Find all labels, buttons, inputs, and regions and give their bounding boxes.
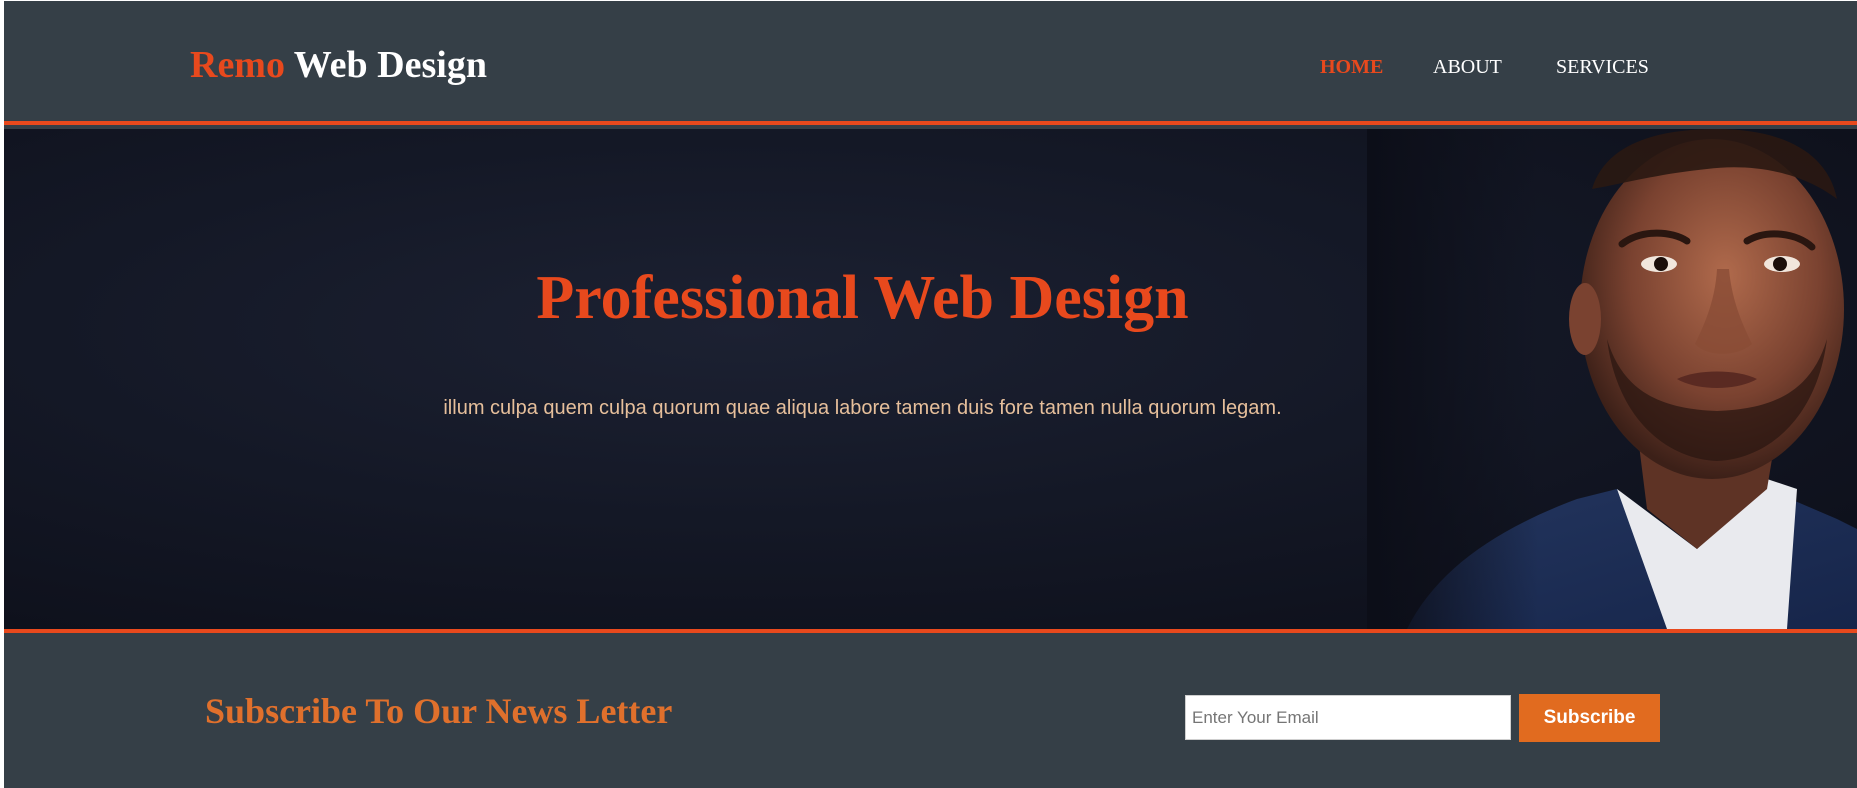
logo-highlight: Remo <box>190 44 285 86</box>
nav-services-link[interactable]: SERVICES <box>1556 53 1649 81</box>
newsletter-section: Subscribe To Our News Letter Subscribe <box>4 629 1857 788</box>
nav-home-link[interactable]: HOME <box>1320 53 1383 81</box>
page: Remo Web Design HOME ABOUT SERVICES Prof… <box>4 1 1857 788</box>
showcase-hero: Professional Web Design illum culpa quem… <box>4 129 1857 629</box>
showcase-subtitle: illum culpa quem culpa quorum quae aliqu… <box>443 397 1282 419</box>
newsletter-title: Subscribe To Our News Letter <box>205 691 673 731</box>
nav-about-link[interactable]: ABOUT <box>1433 53 1502 81</box>
site-logo[interactable]: Remo Web Design <box>190 41 487 89</box>
showcase-title: Professional Web Design <box>536 264 1189 332</box>
hero-portrait-image <box>1367 129 1857 629</box>
site-header: Remo Web Design HOME ABOUT SERVICES <box>4 1 1857 125</box>
subscribe-button[interactable]: Subscribe <box>1519 694 1660 742</box>
logo-text: Web Design <box>284 44 487 86</box>
email-input[interactable] <box>1185 695 1511 740</box>
